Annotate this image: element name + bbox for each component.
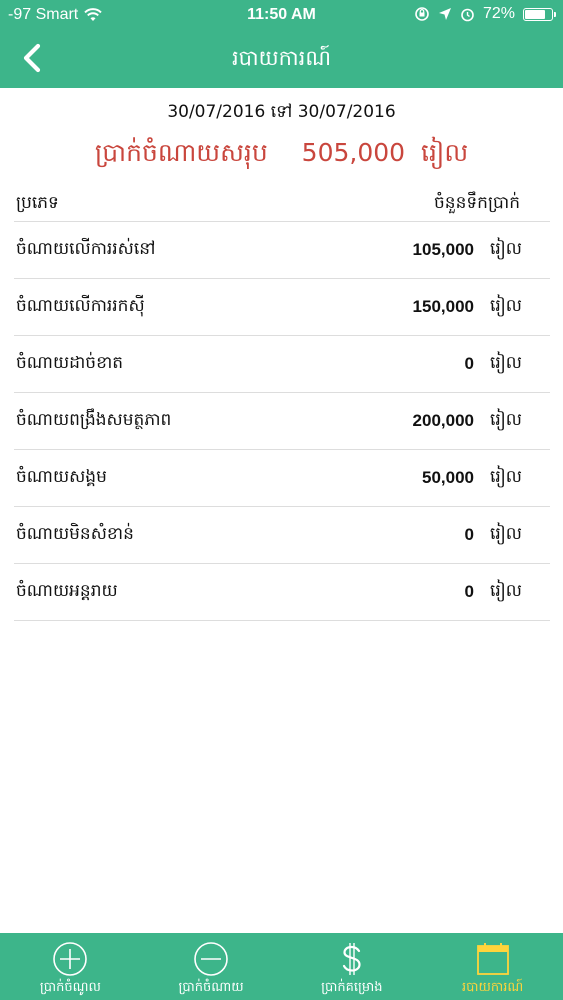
row-amount: 0: [464, 582, 474, 601]
alarm-icon: [461, 8, 474, 21]
table-row[interactable]: ចំណាយសង្គម 50,000 រៀល: [14, 450, 550, 507]
tab-report[interactable]: របាយការណ៍: [422, 933, 563, 1000]
row-amount: 200,000: [412, 411, 474, 430]
dollar-icon: [342, 943, 361, 975]
row-category: ចំណាយអន្តរាយ: [16, 581, 118, 601]
row-amount: 50,000: [422, 468, 474, 487]
tab-income[interactable]: ប្រាក់ចំណូល: [0, 933, 141, 1000]
date-to: 30/07/2016: [297, 102, 396, 122]
total-expense: ប្រាក់ចំណាយសរុប 505,000 រៀល: [0, 138, 563, 174]
battery-percent: 72%: [482, 5, 515, 22]
nav-bar: របាយការណ៍: [0, 30, 563, 88]
table-row[interactable]: ចំណាយដាច់ខាត 0 រៀល: [14, 336, 550, 393]
date-range: 30/07/2016 ទៅ 30/07/2016: [0, 101, 563, 126]
column-amount: ចំនួនទឹកប្រាក់: [434, 193, 520, 213]
tab-expense-label: ប្រាក់ចំណាយ: [178, 980, 244, 995]
minus-circle-icon: [194, 942, 228, 976]
tab-report-label: របាយការណ៍: [461, 980, 524, 995]
table-row[interactable]: ចំណាយមិនសំខាន់ 0 រៀល: [14, 507, 550, 564]
location-icon: [438, 8, 451, 20]
total-label: ប្រាក់ចំណាយសរុប: [94, 138, 268, 167]
tab-income-label: ប្រាក់ចំណូល: [39, 980, 101, 995]
status-right: 72%: [414, 5, 556, 23]
row-category: ចំណាយពង្រឹងសមត្ថភាព: [16, 410, 172, 430]
row-currency: រៀល: [489, 524, 522, 544]
row-category: ចំណាយសង្គម: [16, 467, 107, 487]
row-amount: 150,000: [412, 297, 474, 316]
row-category: ចំណាយលើការរស់នៅ: [16, 239, 156, 259]
calendar-icon: [476, 943, 509, 975]
row-currency: រៀល: [489, 353, 522, 373]
row-currency: រៀល: [489, 296, 522, 316]
table-row[interactable]: ចំណាយអន្តរាយ 0 រៀល: [14, 564, 550, 621]
orientation-lock-icon: [415, 7, 429, 21]
tab-budget[interactable]: ប្រាក់គម្រោង: [282, 933, 423, 1000]
plus-circle-icon: [53, 942, 88, 976]
battery-icon: [523, 7, 556, 21]
row-category: ចំណាយមិនសំខាន់: [16, 524, 134, 544]
table-header: ប្រភេទ ចំនួនទឹកប្រាក់: [14, 183, 550, 222]
row-category: ចំណាយលើការរកស៊ី: [16, 296, 145, 316]
table-row[interactable]: ចំណាយពង្រឹងសមត្ថភាព 200,000 រៀល: [14, 393, 550, 450]
date-from: 30/07/2016: [167, 102, 266, 122]
row-currency: រៀល: [489, 581, 522, 601]
table-row[interactable]: ចំណាយលើការរកស៊ី 150,000 រៀល: [14, 279, 550, 336]
table-row[interactable]: ចំណាយលើការរស់នៅ 105,000 រៀល: [14, 222, 550, 279]
column-category: ប្រភេទ: [16, 193, 59, 213]
tab-expense[interactable]: ប្រាក់ចំណាយ: [141, 933, 282, 1000]
row-amount: 105,000: [412, 240, 474, 259]
page-title: របាយការណ៍: [232, 46, 331, 70]
row-category: ចំណាយដាច់ខាត: [16, 353, 124, 373]
expense-list: ចំណាយលើការរស់នៅ 105,000 រៀល ចំណាយលើការរក…: [14, 222, 550, 621]
row-currency: រៀល: [489, 467, 522, 487]
row-currency: រៀល: [489, 239, 522, 259]
row-amount: 0: [464, 354, 474, 373]
total-amount: 505,000: [301, 138, 406, 167]
row-currency: រៀល: [489, 410, 522, 430]
tab-bar: ប្រាក់ចំណូល ប្រាក់ចំណាយ ប្រាក់គម្រោង របា…: [0, 933, 563, 1000]
date-separator: ទៅ: [270, 102, 293, 122]
battery-fill: [525, 9, 546, 19]
status-bar: -97 Smart 11:50 AM 72%: [0, 0, 563, 30]
total-currency: រៀល: [421, 138, 469, 167]
tab-budget-label: ប្រាក់គម្រោង: [321, 980, 383, 995]
row-amount: 0: [464, 525, 474, 544]
